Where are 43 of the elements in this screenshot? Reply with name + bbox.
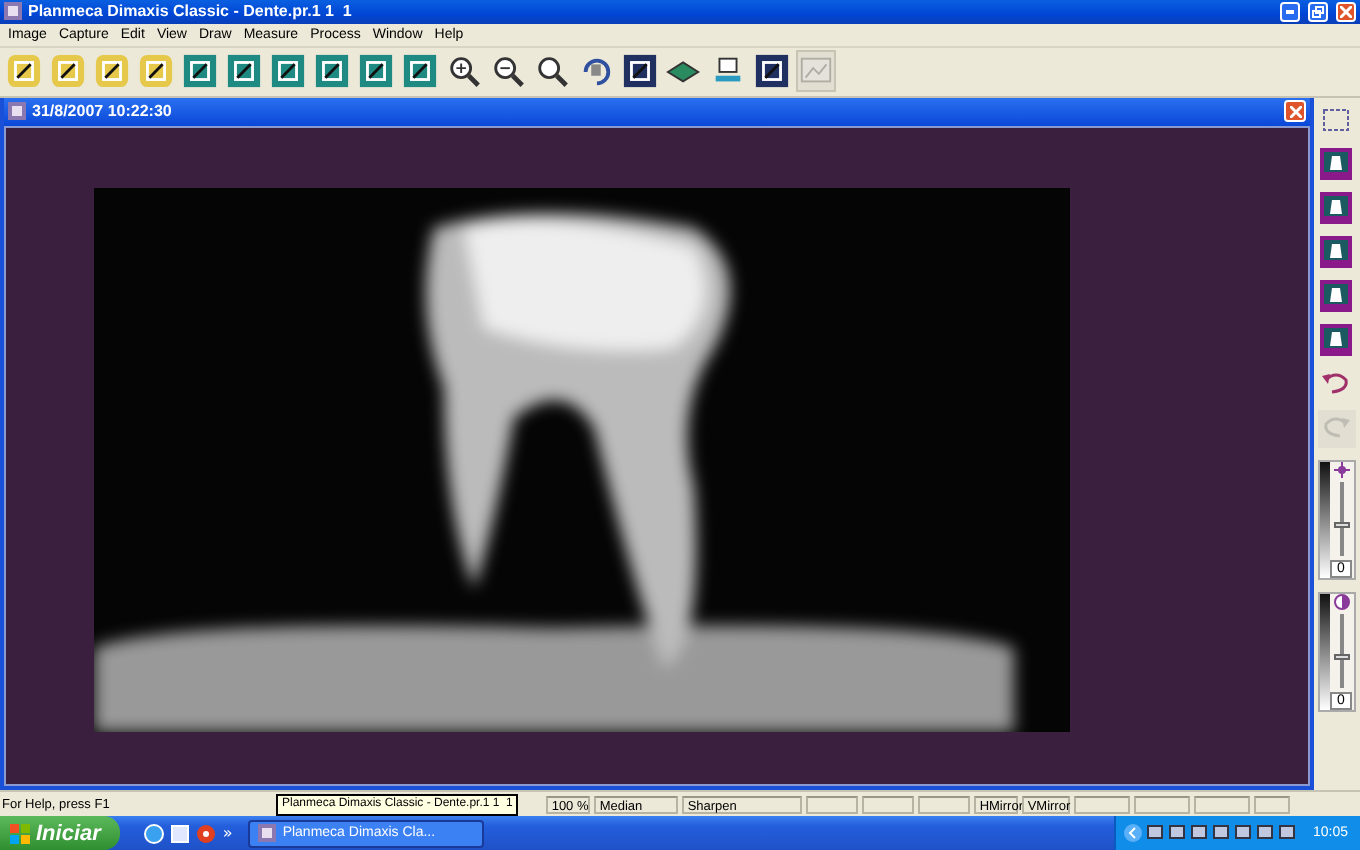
sun-icon — [1333, 461, 1349, 478]
status-pane — [1073, 795, 1130, 814]
status-pane — [1133, 795, 1190, 814]
status-pane — [861, 795, 914, 814]
monitor-icon[interactable] — [1278, 824, 1297, 842]
window-title: Planmeca Dimaxis Classic - Dente.pr.1 1 1 — [28, 2, 354, 21]
slider-thumb[interactable] — [1333, 654, 1349, 660]
side-toolbar-button[interactable] — [1317, 277, 1355, 316]
app-icon — [258, 824, 277, 842]
more-button[interactable]: » — [222, 824, 233, 842]
side-toolbar-button[interactable] — [1317, 189, 1355, 228]
zoom-out-icon — [490, 52, 526, 91]
restore-button[interactable] — [1308, 1, 1328, 22]
status-pane — [1253, 795, 1290, 814]
minimize-icon — [1286, 9, 1294, 14]
close-icon — [1289, 105, 1301, 118]
globe-icon[interactable] — [144, 823, 165, 843]
app-icon — [8, 102, 26, 121]
zoom-in-icon — [446, 52, 482, 91]
selection-icon — [1320, 104, 1352, 137]
status-pane — [917, 795, 970, 814]
close-icon — [1340, 5, 1352, 18]
side-toolbar-button[interactable] — [1317, 145, 1355, 184]
status-pane — [1193, 795, 1250, 814]
gradient-bar — [1319, 593, 1329, 710]
restore-icon — [1312, 5, 1324, 18]
close-button[interactable] — [1284, 100, 1306, 123]
side-toolbar-button[interactable] — [1317, 233, 1355, 272]
status-pane — [805, 795, 858, 814]
minimize-button[interactable] — [1280, 1, 1300, 22]
close-button[interactable] — [1336, 1, 1356, 22]
magnifier-icon — [534, 52, 570, 91]
gradient-bar — [1319, 461, 1329, 578]
monitor-icon[interactable] — [1234, 824, 1253, 842]
contrast-icon — [1333, 593, 1349, 610]
window-icon[interactable] — [170, 823, 191, 843]
side-toolbar-button[interactable] — [1317, 321, 1355, 360]
app-icon — [4, 2, 22, 21]
windows-logo-icon — [10, 823, 30, 843]
media-icon[interactable] — [196, 823, 217, 843]
slider-thumb[interactable] — [1333, 522, 1349, 528]
chevron-icon[interactable] — [1124, 824, 1143, 842]
image-window-title: 31/8/2007 10:22:30 — [32, 102, 174, 121]
